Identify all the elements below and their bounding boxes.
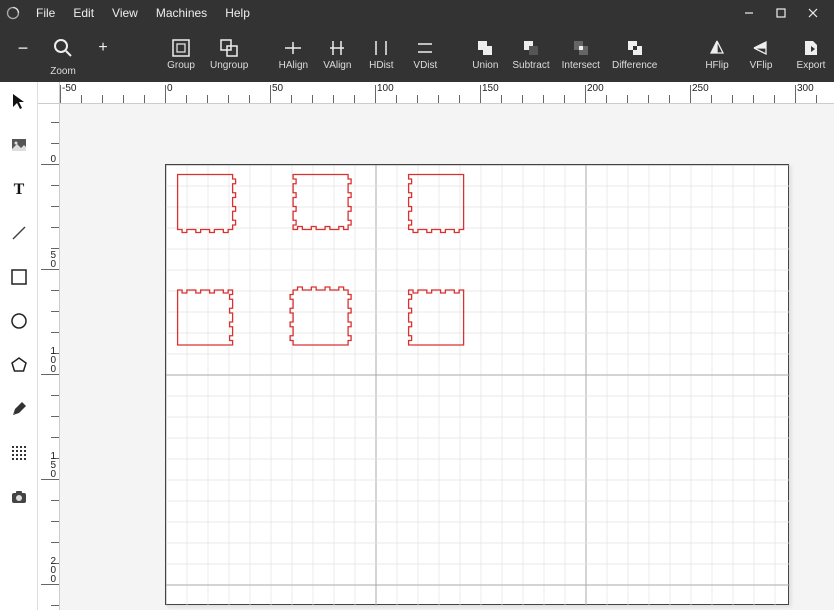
halign-button[interactable]: HAlign (278, 36, 308, 71)
vflip-button[interactable]: VFlip (746, 36, 776, 71)
subtract-button[interactable]: Subtract (512, 36, 549, 71)
window-maximize-button[interactable] (766, 0, 796, 25)
ruler-h-label: -50 (62, 83, 76, 94)
ruler-h-label: 250 (692, 83, 709, 94)
menu-help[interactable]: Help (217, 3, 258, 23)
app-icon (6, 6, 20, 20)
tool-select[interactable] (6, 88, 32, 114)
ruler-v-label: 200 (50, 557, 56, 584)
export-button[interactable]: Export (796, 36, 826, 71)
difference-button[interactable]: Difference (612, 36, 657, 71)
tool-image[interactable] (6, 132, 32, 158)
ruler-vertical: 0 50 100 150 200 (38, 104, 60, 610)
ruler-v-label: 50 (50, 251, 56, 269)
ruler-v-label: 100 (50, 347, 56, 374)
tool-circle[interactable] (6, 308, 32, 334)
tool-camera[interactable] (6, 484, 32, 510)
ruler-h-label: 0 (167, 83, 173, 94)
ruler-v-label: 150 (50, 452, 56, 479)
ungroup-button[interactable]: Ungroup (210, 36, 248, 71)
zoom-in-button[interactable]: + (88, 36, 118, 60)
page[interactable] (165, 164, 789, 605)
tool-grid[interactable] (6, 440, 32, 466)
group-button[interactable]: Group (166, 36, 196, 71)
menu-edit[interactable]: Edit (65, 3, 102, 23)
ruler-v-label: 0 (50, 155, 56, 164)
ruler-horizontal: -50 0 50 100 150 200 250 300 (60, 82, 834, 104)
union-button[interactable]: Union (470, 36, 500, 71)
ruler-h-label: 50 (272, 83, 283, 94)
ruler-h-label: 200 (587, 83, 604, 94)
svg-text:T: T (13, 181, 24, 198)
intersect-button[interactable]: Intersect (562, 36, 600, 71)
window-close-button[interactable] (798, 0, 828, 25)
tool-line[interactable] (6, 220, 32, 246)
tool-polygon[interactable] (6, 352, 32, 378)
zoom-search-button[interactable] (48, 36, 78, 60)
zoom-out-button[interactable]: − (8, 36, 38, 60)
tool-rectangle[interactable] (6, 264, 32, 290)
ruler-h-label: 100 (377, 83, 394, 94)
ruler-h-label: 300 (797, 83, 814, 94)
window-minimize-button[interactable] (734, 0, 764, 25)
hflip-button[interactable]: HFlip (702, 36, 732, 71)
tool-pen[interactable] (6, 396, 32, 422)
valign-button[interactable]: VAlign (322, 36, 352, 71)
menu-machines[interactable]: Machines (148, 3, 215, 23)
canvas-area[interactable] (60, 104, 834, 610)
ruler-h-label: 150 (482, 83, 499, 94)
zoom-label: Zoom (50, 66, 76, 77)
menu-view[interactable]: View (104, 3, 146, 23)
vdist-button[interactable]: VDist (410, 36, 440, 71)
tool-text[interactable]: T (6, 176, 32, 202)
ruler-corner (38, 82, 60, 104)
hdist-button[interactable]: HDist (366, 36, 396, 71)
menu-file[interactable]: File (28, 3, 63, 23)
